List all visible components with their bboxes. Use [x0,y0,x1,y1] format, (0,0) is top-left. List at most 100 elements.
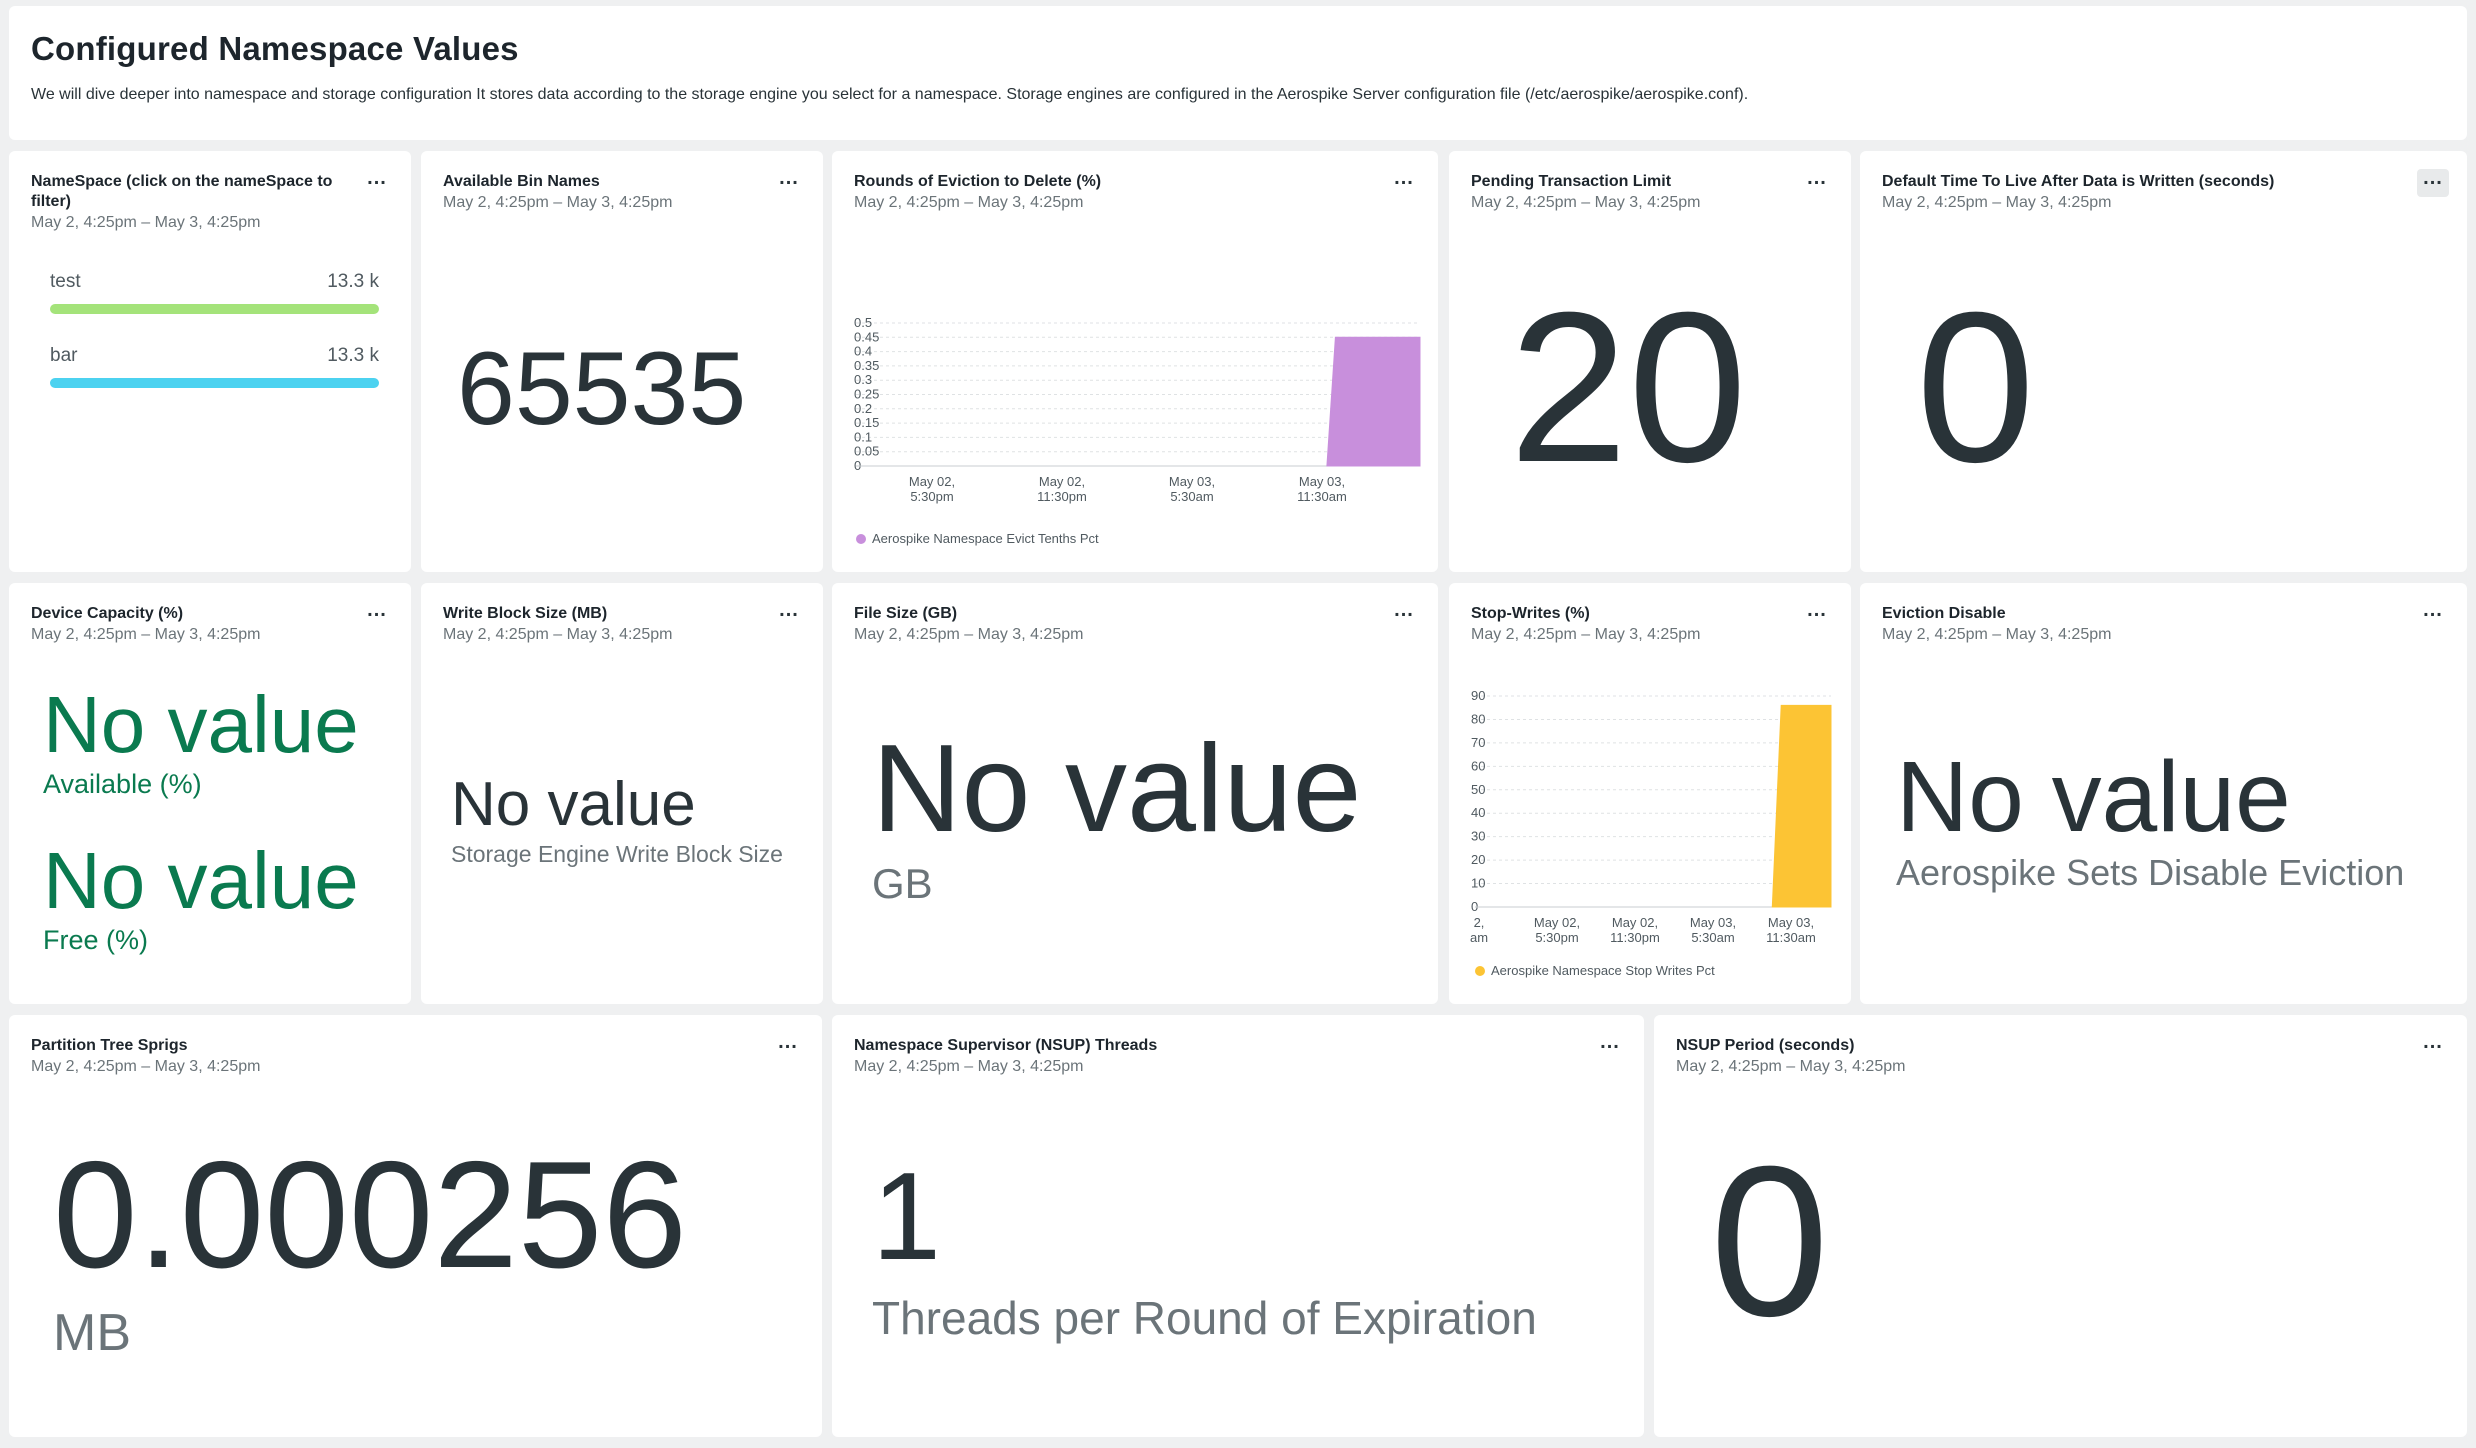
widget-menu-button[interactable]: ... [1594,1032,1626,1061]
y-tick-label: 30 [1471,829,1485,844]
x-tick-line: May 02, [909,474,955,489]
widget-partition-tree-sprigs[interactable]: Partition Tree Sprigs May 2, 4:25pm – May… [9,1015,822,1437]
x-tick-line: am [1470,930,1488,945]
available-value: No value [43,680,359,769]
widget-title: File Size (GB) [854,605,958,622]
y-tick-label: 0.45 [854,329,879,344]
partition-value: 0.000256 [53,1130,687,1300]
widget-menu-button[interactable]: ... [1801,168,1833,197]
namespace-value: 13.3 k [327,271,379,292]
y-tick-label: 0.4 [854,344,872,359]
legend-dot [856,534,866,544]
widget-title: Pending Transaction Limit [1471,173,1672,190]
y-tick-label: 0.2 [854,401,872,416]
y-tick-label: 10 [1471,876,1485,891]
widget-menu-button[interactable]: ... [773,600,805,629]
namespace-bar [50,304,379,314]
y-tick-label: 90 [1471,688,1485,703]
y-tick-label: 70 [1471,735,1485,750]
widget-eviction-disable[interactable]: Eviction Disable May 2, 4:25pm – May 3, 4… [1860,583,2467,1004]
nsup-period-value: 0 [1710,1122,1830,1361]
x-tick-line: May 02, [1612,915,1658,930]
widget-title: Write Block Size (MB) [443,605,608,622]
widget-time-range: May 2, 4:25pm – May 3, 4:25pm [854,626,1084,643]
y-tick-label: 0.25 [854,387,879,402]
x-tick-line: May 03, [1690,915,1736,930]
widget-time-range: May 2, 4:25pm – May 3, 4:25pm [1471,194,1701,211]
widget-menu-button[interactable]: ... [773,168,805,197]
x-tick-label: May 03, 11:30am [1766,915,1816,945]
widget-file-size[interactable]: File Size (GB) May 2, 4:25pm – May 3, 4:2… [832,583,1438,1004]
dashboard-header: Configured Namespace Values We will dive… [9,6,2467,140]
widget-title: Stop-Writes (%) [1471,605,1590,622]
x-tick-label: May 02, 11:30pm [1037,474,1087,504]
x-tick-label: May 02, 5:30pm [1534,915,1580,945]
widget-device-capacity[interactable]: Device Capacity (%) May 2, 4:25pm – May 3… [9,583,411,1004]
namespace-bar [50,378,379,388]
y-tick-label: 0.5 [854,315,872,330]
x-tick-line: 11:30am [1297,489,1347,504]
namespace-label: bar [50,345,78,366]
free-label: Free (%) [43,925,149,955]
y-tick-label: 0.1 [854,429,872,444]
free-value: No value [43,836,359,925]
legend-dot [1475,966,1485,976]
x-tick-line: 5:30pm [1535,930,1578,945]
widget-menu-button[interactable]: ... [2417,600,2449,629]
x-tick-line: May 02, [1039,474,1085,489]
widget-menu-button[interactable]: ... [1801,600,1833,629]
widget-time-range: May 2, 4:25pm – May 3, 4:25pm [443,626,673,643]
widget-time-range: May 2, 4:25pm – May 3, 4:25pm [31,1058,261,1075]
widget-menu-button[interactable]: ... [1388,168,1420,197]
x-tick-line: 5:30am [1170,489,1213,504]
eviction-rounds-chart[interactable]: 0.50.450.40.350.30.250.20.150.10.050May … [832,231,1438,531]
widget-time-range: May 2, 4:25pm – May 3, 4:25pm [31,626,261,643]
namespace-label: test [50,271,81,292]
widget-bin-names[interactable]: Available Bin Names May 2, 4:25pm – May 3… [421,151,823,572]
nsup-threads-label: Threads per Round of Expiration [872,1292,1537,1344]
x-tick-label: May 02, 11:30pm [1610,915,1660,945]
eviction-disable-label: Aerospike Sets Disable Eviction [1896,852,2405,893]
widget-pending-transaction[interactable]: Pending Transaction Limit May 2, 4:25pm –… [1449,151,1851,572]
x-tick-line: 11:30am [1766,930,1816,945]
widget-menu-button[interactable]: ... [361,600,393,629]
page-description: We will dive deeper into namespace and s… [31,86,1749,103]
widget-eviction-rounds[interactable]: Rounds of Eviction to Delete (%) May 2, 4… [832,151,1438,572]
legend-label: Aerospike Namespace Evict Tenths Pct [872,531,1099,546]
widget-default-ttl[interactable]: Default Time To Live After Data is Writt… [1860,151,2467,572]
widget-menu-button[interactable]: ... [1388,600,1420,629]
x-tick-line: May 03, [1169,474,1215,489]
available-label: Available (%) [43,769,202,799]
widget-write-block-size[interactable]: Write Block Size (MB) May 2, 4:25pm – May… [421,583,823,1004]
x-tick-label: 2, am [1470,915,1488,945]
file-size-label: GB [872,860,933,907]
widget-time-range: May 2, 4:25pm – May 3, 4:25pm [443,194,673,211]
chart-legend[interactable]: Aerospike Namespace Evict Tenths Pct [856,531,1099,546]
x-tick-line: 11:30pm [1037,489,1087,504]
widget-time-range: May 2, 4:25pm – May 3, 4:25pm [1882,194,2112,211]
widget-title: NSUP Period (seconds) [1676,1037,1855,1054]
widget-time-range: May 2, 4:25pm – May 3, 4:25pm [31,214,261,231]
stop-writes-chart[interactable]: 90807060504030201002, amMay 02, 5:30pmMay … [1449,663,1851,963]
widget-menu-button[interactable]: ... [2417,168,2449,197]
widget-title: Default Time To Live After Data is Writt… [1882,173,2275,190]
x-tick-line: 5:30am [1691,930,1734,945]
x-tick-line: May 02, [1534,915,1580,930]
widget-time-range: May 2, 4:25pm – May 3, 4:25pm [1882,626,2112,643]
widget-time-range: May 2, 4:25pm – May 3, 4:25pm [1471,626,1701,643]
widget-menu-button[interactable]: ... [2417,1032,2449,1061]
widget-title: Eviction Disable [1882,605,2006,622]
y-tick-label: 0.15 [854,415,879,430]
widget-menu-button[interactable]: ... [772,1032,804,1061]
x-tick-line: 5:30pm [910,489,953,504]
widget-title: NameSpace (click on the nameSpace to fil… [31,173,333,210]
chart-legend[interactable]: Aerospike Namespace Stop Writes Pct [1475,963,1715,978]
widget-namespace[interactable]: NameSpace (click on the nameSpace to fil… [9,151,411,572]
widget-title: Partition Tree Sprigs [31,1037,188,1054]
widget-nsup-threads[interactable]: Namespace Supervisor (NSUP) Threads May 2… [832,1015,1644,1437]
widget-menu-button[interactable]: ... [361,168,393,197]
x-tick-line: May 03, [1299,474,1345,489]
partition-unit: MB [53,1304,131,1362]
widget-nsup-period[interactable]: NSUP Period (seconds) May 2, 4:25pm – May… [1654,1015,2467,1437]
widget-stop-writes[interactable]: Stop-Writes (%) May 2, 4:25pm – May 3, 4:… [1449,583,1851,1004]
